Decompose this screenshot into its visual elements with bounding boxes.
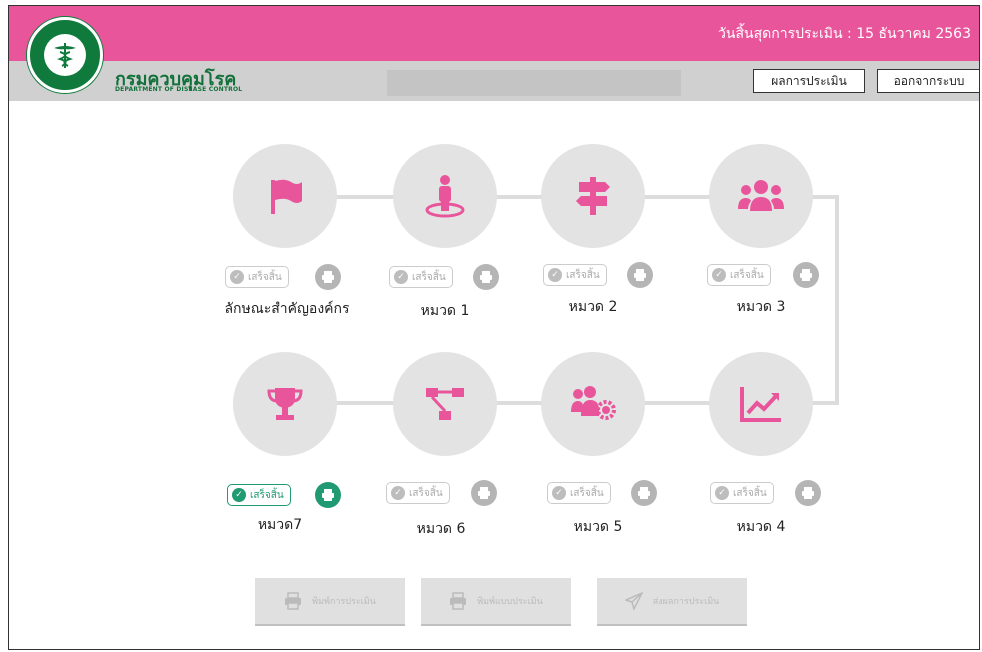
print-form-button[interactable]: พิมพ์แบบประเมิน — [421, 578, 571, 626]
print-button-section-5[interactable] — [631, 480, 657, 506]
print-button-section-2[interactable] — [627, 262, 653, 288]
step-circle-section-2[interactable] — [541, 144, 645, 248]
caduceus-icon — [44, 34, 86, 76]
users-group-icon — [738, 180, 784, 211]
status-badge-section-7: ✓ เสร็จสิ้น — [227, 484, 291, 506]
person-target-icon — [425, 175, 465, 218]
printer-icon — [285, 592, 302, 610]
status-badge-section-4: ✓ เสร็จสิ้น — [710, 482, 774, 504]
print-button-section-4[interactable] — [795, 480, 821, 506]
printer-icon — [480, 271, 492, 283]
step-label-section-6: หมวด 6 — [416, 521, 466, 537]
check-icon: ✓ — [391, 486, 405, 500]
printer-icon — [800, 269, 812, 281]
step-label-org-profile: ลักษณะสำคัญองค์กร — [224, 301, 350, 317]
logout-button[interactable]: ออกจากระบบ — [877, 69, 979, 93]
printer-icon — [322, 271, 334, 283]
check-icon: ✓ — [715, 486, 729, 500]
check-icon: ✓ — [552, 486, 566, 500]
status-badge-section-6: ✓ เสร็จสิ้น — [386, 482, 450, 504]
step-label-section-4: หมวด 4 — [736, 519, 786, 535]
header-bar: วันสิ้นสุดการประเมิน : 15 ธันวาคม 2563 — [9, 6, 979, 61]
print-button-org-profile[interactable] — [315, 264, 341, 290]
step-circle-section-4[interactable] — [709, 352, 813, 456]
print-button-section-7[interactable] — [315, 482, 341, 508]
signpost-icon — [576, 177, 610, 215]
printer-icon — [322, 489, 334, 501]
status-badge-section-5: ✓ เสร็จสิ้น — [547, 482, 611, 504]
print-button-section-6[interactable] — [471, 480, 497, 506]
step-label-section-1: หมวด 1 — [420, 303, 470, 319]
workflow-icon — [426, 388, 464, 420]
status-badge-section-3: ✓ เสร็จสิ้น — [707, 264, 771, 286]
print-assessment-button[interactable]: พิมพ์การประเมิน — [255, 578, 405, 626]
check-icon: ✓ — [548, 268, 562, 282]
deadline-text: วันสิ้นสุดการประเมิน : 15 ธันวาคม 2563 — [718, 26, 971, 42]
step-label-section-2: หมวด 2 — [568, 299, 618, 315]
user-info-box — [387, 70, 681, 96]
printer-icon — [478, 487, 490, 499]
check-icon: ✓ — [232, 488, 246, 502]
printer-icon — [634, 269, 646, 281]
print-button-section-1[interactable] — [473, 264, 499, 290]
step-circle-section-6[interactable] — [393, 352, 497, 456]
step-label-section-7: หมวด7 — [257, 517, 303, 533]
flag-icon — [271, 179, 302, 214]
status-badge-org-profile: ✓ เสร็จสิ้น — [225, 266, 289, 288]
status-badge-section-1: ✓ เสร็จสิ้น — [389, 266, 453, 288]
department-name-en: DEPARTMENT OF DISEASE CONTROL — [115, 86, 243, 93]
printer-icon — [638, 487, 650, 499]
status-badge-section-2: ✓ เสร็จสิ้น — [543, 264, 607, 286]
step-circle-section-3[interactable] — [709, 144, 813, 248]
app-window: วันสิ้นสุดการประเมิน : 15 ธันวาคม 2563 ก… — [8, 5, 980, 650]
check-icon: ✓ — [394, 270, 408, 284]
printer-icon — [802, 487, 814, 499]
check-icon: ✓ — [230, 270, 244, 284]
submit-assessment-button[interactable]: ส่งผลการประเมิน — [597, 578, 747, 626]
step-circle-section-7[interactable] — [233, 352, 337, 456]
print-button-section-3[interactable] — [793, 262, 819, 288]
step-circle-org-profile[interactable] — [233, 144, 337, 248]
trophy-icon — [267, 388, 303, 420]
results-button[interactable]: ผลการประเมิน — [753, 69, 865, 93]
step-circle-section-5[interactable] — [541, 352, 645, 456]
step-label-section-3: หมวด 3 — [736, 299, 786, 315]
users-gear-icon — [571, 386, 616, 420]
connector-right-bottom — [815, 401, 839, 405]
send-icon — [624, 592, 643, 610]
printer-icon — [450, 592, 467, 610]
step-label-section-5: หมวด 5 — [573, 519, 623, 535]
check-icon: ✓ — [712, 268, 726, 282]
line-chart-icon — [740, 387, 781, 422]
department-logo — [27, 17, 103, 93]
step-circle-section-1[interactable] — [393, 144, 497, 248]
